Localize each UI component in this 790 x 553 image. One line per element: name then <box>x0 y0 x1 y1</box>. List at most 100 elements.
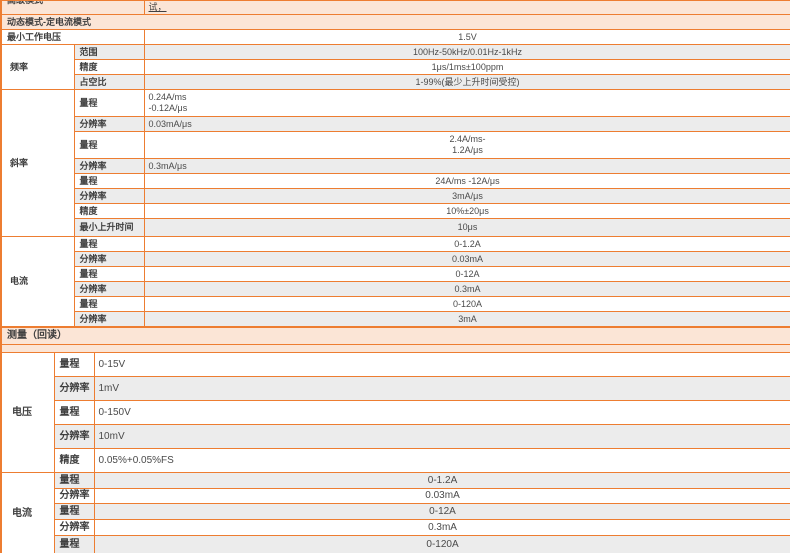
table-row: 精度 1μs/1ms±100ppm <box>1 59 790 75</box>
table-row: 频率 范围 100Hz-50kHz/0.01Hz-1kHz <box>0 44 790 90</box>
table-row: 分辨率 1mV <box>1 376 790 401</box>
spec-value: 1mV <box>93 376 790 401</box>
spec-label: 精度 <box>53 448 95 473</box>
partial-row-value-cell: 试， <box>143 0 790 15</box>
spec-label: 分辨率 <box>73 158 145 174</box>
spec-table-measurement-readback: 测量（回读） 电压 量程 0-15V 分辨率 1mV 量程 0-150V 分辨率… <box>0 327 790 553</box>
spec-label: 量程 <box>73 173 145 189</box>
spec-value: 24A/ms -12A/μs <box>143 173 790 189</box>
spec-value: 0.03mA/μs <box>143 116 790 132</box>
section-header-measurement-readback: 测量（回读） <box>0 327 790 345</box>
spec-label: 量程 <box>53 503 95 520</box>
spec-value: 10μs <box>143 218 790 237</box>
spec-value: 0.03mA <box>143 251 790 267</box>
spec-label: 分辨率 <box>53 488 95 504</box>
section-header-spacer <box>0 344 790 353</box>
table-row: 动态模式-定电流模式 <box>0 14 790 30</box>
category-voltage: 电压 <box>0 352 55 473</box>
spec-value: 0-1.2A <box>93 472 790 489</box>
table-row: 分辨率 0.3mA <box>1 519 790 536</box>
partial-row-label: 高级模式 <box>2 2 143 7</box>
spec-value: 0-12A <box>93 503 790 520</box>
spec-table-dynamic-mode: 高级模式 试， 动态模式-定电流模式 最小工作电压 1.5V 频率 范围 100… <box>0 0 790 327</box>
table-row: 量程 24A/ms -12A/μs <box>1 173 790 189</box>
spec-value: 0-1.2A <box>143 236 790 252</box>
table-row: 量程 2.4A/ms- 1.2A/μs <box>1 131 790 159</box>
spec-label: 精度 <box>73 59 145 75</box>
table-row: 量程 0-12A <box>1 503 790 520</box>
table-row: 最小上升时间 10μs <box>1 218 790 237</box>
spec-value: 0.03mA <box>93 488 790 504</box>
spec-value: 100Hz-50kHz/0.01Hz-1kHz <box>143 44 790 60</box>
table-row: 分辨率 0.03mA/μs <box>1 116 790 132</box>
spec-label: 精度 <box>73 203 145 219</box>
spec-label: 量程 <box>53 472 95 489</box>
table-row: 分辨率 0.03mA <box>1 488 790 504</box>
spec-label: 量程 <box>53 400 95 425</box>
table-row: 测量（回读） <box>0 327 790 345</box>
spec-value: 3mA/μs <box>143 188 790 204</box>
spec-value: 10%±20μs <box>143 203 790 219</box>
category-frequency: 频率 <box>0 44 75 90</box>
spec-value: 0-120A <box>143 296 790 312</box>
section-header-dynamic-cc-mode: 动态模式-定电流模式 <box>0 14 790 30</box>
spec-value: 0.24A/ms -0.12A/μs <box>143 89 790 117</box>
table-row: 电压 量程 0-15V <box>0 352 790 473</box>
table-row: 分辨率 0.3mA <box>1 281 790 297</box>
spec-value: 1μs/1ms±100ppm <box>143 59 790 75</box>
spec-label: 分辨率 <box>53 519 95 536</box>
spec-label: 量程 <box>73 236 145 252</box>
partial-row-value: 试， <box>148 2 167 12</box>
table-row: 分辨率 0.03mA <box>1 251 790 267</box>
spec-label: 量程 <box>73 296 145 312</box>
category-current: 电流 <box>0 236 75 327</box>
spec-value: 0.05%+0.05%FS <box>93 448 790 473</box>
category-current-readback: 电流 <box>0 472 55 553</box>
spec-value: 0.3mA <box>143 281 790 297</box>
spec-label: 分辨率 <box>73 116 145 132</box>
spec-value: 3mA <box>143 311 790 327</box>
spec-value: 0.3mA/μs <box>143 158 790 174</box>
spec-label: 占空比 <box>73 74 145 90</box>
table-row: 量程 0-120A <box>1 296 790 312</box>
table-row: 高级模式 试， <box>0 0 790 15</box>
table-row: 量程 0-12A <box>1 266 790 282</box>
spec-value: 1-99%(最少上升时间受控) <box>143 74 790 90</box>
spec-label: 分辨率 <box>73 188 145 204</box>
spec-value: 1.5V <box>143 29 790 45</box>
spec-label: 量程 <box>73 89 145 117</box>
partial-row-label-cell: 高级模式 <box>0 0 145 15</box>
spec-value: 0-15V <box>93 352 790 377</box>
table-row: 最小工作电压 1.5V <box>0 29 790 45</box>
spec-label: 范围 <box>73 44 145 60</box>
spec-label: 量程 <box>73 266 145 282</box>
spec-value: 0.3mA <box>93 519 790 536</box>
table-row <box>0 344 790 353</box>
table-row: 精度 0.05%+0.05%FS <box>1 448 790 473</box>
table-row: 分辨率 0.3mA/μs <box>1 158 790 174</box>
spec-label: 量程 <box>53 535 95 553</box>
table-row: 分辨率 3mA/μs <box>1 188 790 204</box>
spec-label: 分辨率 <box>53 376 95 401</box>
spec-label: 分辨率 <box>73 311 145 327</box>
spec-label: 量程 <box>53 352 95 377</box>
spec-value: 2.4A/ms- 1.2A/μs <box>143 131 790 159</box>
table-row: 量程 0-120A <box>1 535 790 553</box>
table-row: 分辨率 3mA <box>1 311 790 327</box>
table-row: 电流 量程 0-1.2A <box>0 236 790 327</box>
table-row: 分辨率 10mV <box>1 424 790 449</box>
spec-value: 0-150V <box>93 400 790 425</box>
table-row: 斜率 量程 0.24A/ms -0.12A/μs <box>0 89 790 237</box>
spec-value: 0-120A <box>93 535 790 553</box>
spec-value: 0-12A <box>143 266 790 282</box>
table-row: 占空比 1-99%(最少上升时间受控) <box>1 74 790 90</box>
table-row: 量程 0-150V <box>1 400 790 425</box>
spec-label: 分辨率 <box>53 424 95 449</box>
spec-label: 分辨率 <box>73 251 145 267</box>
table-row: 电流 量程 0-1.2A <box>0 472 790 553</box>
category-slew-rate: 斜率 <box>0 89 75 237</box>
spec-value: 10mV <box>93 424 790 449</box>
table-row: 精度 10%±20μs <box>1 203 790 219</box>
spec-label: 量程 <box>73 131 145 159</box>
spec-label: 最小工作电压 <box>0 29 145 45</box>
